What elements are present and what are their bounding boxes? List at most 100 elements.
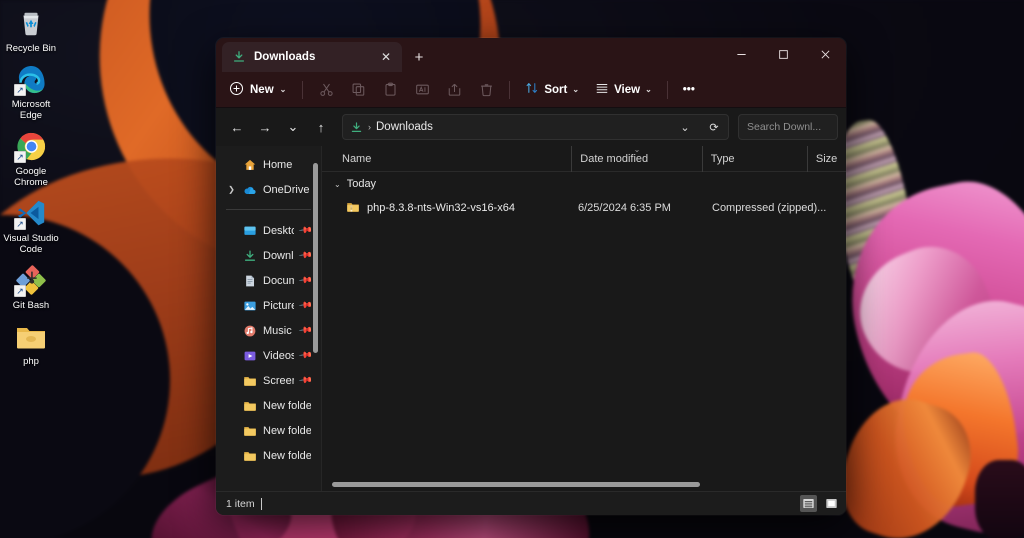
item-count-label: 1 item bbox=[226, 497, 255, 510]
sidebar-item-label: Desktop bbox=[263, 224, 294, 237]
pin-icon[interactable]: 📌 bbox=[298, 298, 313, 314]
search-box[interactable] bbox=[738, 114, 846, 140]
desktop-icon-git-bash[interactable]: ↗ Git Bash bbox=[0, 263, 62, 311]
tab-title: Downloads bbox=[254, 51, 316, 63]
navigation-pane[interactable]: Home ❯ OneDrive Deskt 📌 Downl 📌 Docu 📌 P… bbox=[216, 146, 322, 491]
window-body: Home ❯ OneDrive Deskt 📌 Downl 📌 Docu 📌 P… bbox=[216, 145, 846, 491]
sidebar-item-music[interactable]: Music 📌 bbox=[220, 318, 317, 343]
sidebar-item-new-folder-3[interactable]: New folder (3) bbox=[220, 443, 317, 468]
desktop-icon-label: Microsoft Edge bbox=[11, 99, 51, 121]
details-view-button[interactable] bbox=[800, 495, 817, 512]
tab-close-icon[interactable]: ✕ bbox=[376, 47, 396, 67]
address-dropdown-button[interactable]: ⌄ bbox=[673, 115, 697, 139]
window-controls bbox=[720, 38, 846, 70]
pin-icon[interactable]: 📌 bbox=[298, 348, 313, 364]
sidebar-item-downloads[interactable]: Downloads 📌 bbox=[220, 243, 317, 268]
desktop-icon-label: Visual Studio Code bbox=[3, 233, 59, 255]
new-tab-button[interactable]: + bbox=[406, 44, 432, 70]
tab-downloads[interactable]: Downloads ✕ bbox=[222, 42, 402, 72]
view-button[interactable]: View ⌄ bbox=[588, 77, 659, 103]
column-headers: Name ⌄ Date modified Type Size bbox=[322, 145, 846, 172]
view-button-label: View bbox=[614, 83, 641, 96]
desktop[interactable]: Recycle Bin ↗ Microsoft Edge ↗ Google Ch… bbox=[0, 0, 1024, 538]
sidebar-item-desktop[interactable]: Desktop 📌 bbox=[220, 218, 317, 243]
sidebar-item-label: New folder (2) bbox=[263, 424, 311, 437]
sort-button[interactable]: Sort ⌄ bbox=[518, 77, 586, 103]
sidebar-item-documents[interactable]: Documents 📌 bbox=[220, 268, 317, 293]
minimize-button[interactable] bbox=[720, 38, 762, 70]
back-button[interactable]: ← bbox=[224, 114, 250, 140]
refresh-button[interactable]: ⟳ bbox=[702, 115, 726, 139]
address-bar[interactable]: › Downloads ⌄ ⟳ bbox=[342, 114, 729, 140]
breadcrumb-separator: › bbox=[368, 122, 371, 132]
sidebar-item-screenshots[interactable]: Screenshots 📌 bbox=[220, 368, 317, 393]
sidebar-item-videos[interactable]: Videos 📌 bbox=[220, 343, 317, 368]
toolbar-divider-2 bbox=[509, 80, 511, 99]
file-name-label: php-8.3.8-nts-Win32-vs16-x64 bbox=[367, 202, 515, 214]
sidebar-item-onedrive[interactable]: ❯ OneDrive bbox=[220, 177, 317, 202]
maximize-button[interactable] bbox=[762, 38, 804, 70]
recycle-bin-icon bbox=[14, 6, 48, 40]
table-row[interactable]: php-8.3.8-nts-Win32-vs16-x64 6/25/2024 6… bbox=[322, 196, 846, 220]
forward-button[interactable]: → bbox=[252, 114, 278, 140]
column-header-size[interactable]: Size bbox=[806, 145, 846, 172]
file-name-cell[interactable]: php-8.3.8-nts-Win32-vs16-x64 bbox=[346, 200, 515, 217]
sidebar-item-home[interactable]: Home bbox=[220, 152, 317, 177]
chevron-down-icon[interactable]: ⌄ bbox=[334, 180, 341, 189]
delete-button[interactable] bbox=[471, 77, 501, 103]
column-header-type[interactable]: Type bbox=[701, 145, 807, 172]
desktop-icon-php-folder[interactable]: php bbox=[0, 319, 62, 367]
file-explorer-window[interactable]: Downloads ✕ + New ⌄ Sort ⌄ View ⌄ ••• ← … bbox=[216, 38, 846, 515]
sidebar-item-label: OneDrive bbox=[263, 183, 310, 196]
copy-button[interactable] bbox=[343, 77, 373, 103]
horizontal-scrollbar-thumb[interactable] bbox=[332, 481, 700, 487]
sidebar-item-new-folder-2[interactable]: New folder (2) bbox=[220, 418, 317, 443]
desktop-icon-label: Git Bash bbox=[12, 300, 50, 311]
column-header-date-modified[interactable]: ⌄ Date modified bbox=[571, 145, 701, 172]
chevron-right-icon[interactable]: ❯ bbox=[226, 185, 237, 194]
new-button[interactable]: New ⌄ bbox=[224, 77, 294, 103]
recent-locations-button[interactable]: ⌄ bbox=[280, 114, 306, 140]
close-button[interactable] bbox=[804, 38, 846, 70]
toolbar-divider-3 bbox=[666, 80, 668, 99]
up-button[interactable]: ↑ bbox=[308, 114, 334, 140]
plus-circle-icon bbox=[229, 81, 244, 99]
folder-icon bbox=[14, 319, 48, 353]
sidebar-item-new-folder[interactable]: New folder bbox=[220, 393, 317, 418]
rename-button[interactable] bbox=[407, 77, 437, 103]
pin-icon[interactable]: 📌 bbox=[298, 323, 313, 339]
sidebar-item-pictures[interactable]: Pictures 📌 bbox=[220, 293, 317, 318]
see-more-button[interactable]: ••• bbox=[676, 77, 702, 103]
search-input[interactable] bbox=[747, 121, 846, 133]
pin-icon[interactable]: 📌 bbox=[298, 248, 313, 264]
sort-button-label: Sort bbox=[544, 83, 568, 96]
large-icons-view-button[interactable] bbox=[823, 495, 840, 512]
desktop-icon-google-chrome[interactable]: ↗ Google Chrome bbox=[0, 129, 62, 188]
breadcrumb[interactable]: Downloads bbox=[376, 121, 668, 133]
column-header-name[interactable]: Name bbox=[334, 146, 571, 172]
group-header-today[interactable]: ⌄ Today bbox=[322, 172, 846, 196]
folder-icon bbox=[243, 424, 257, 438]
google-chrome-icon: ↗ bbox=[14, 129, 48, 163]
sidebar-divider bbox=[226, 209, 311, 210]
desktop-icon-microsoft-edge[interactable]: ↗ Microsoft Edge bbox=[0, 62, 62, 121]
microsoft-edge-icon: ↗ bbox=[14, 62, 48, 96]
sidebar-item-label: Pictures bbox=[263, 299, 294, 312]
share-button[interactable] bbox=[439, 77, 469, 103]
command-bar: New ⌄ Sort ⌄ View ⌄ ••• bbox=[216, 72, 846, 108]
pin-icon[interactable]: 📌 bbox=[298, 373, 313, 389]
cut-button[interactable] bbox=[311, 77, 341, 103]
file-list[interactable]: ⌄ Today php-8.3.8-nts-Win32-vs16-x64 6/2… bbox=[322, 172, 846, 491]
pin-icon[interactable]: 📌 bbox=[298, 273, 313, 289]
git-bash-icon: ↗ bbox=[14, 263, 48, 297]
desktop-icon-list: Recycle Bin ↗ Microsoft Edge ↗ Google Ch… bbox=[0, 6, 62, 375]
sidebar-scrollbar[interactable] bbox=[313, 163, 318, 353]
wallpaper-dark-accent bbox=[975, 460, 1024, 538]
sidebar-item-label: Documents bbox=[263, 274, 294, 287]
desktop-icon-recycle-bin[interactable]: Recycle Bin bbox=[0, 6, 62, 54]
paste-button[interactable] bbox=[375, 77, 405, 103]
pin-icon[interactable]: 📌 bbox=[298, 223, 313, 239]
desktop-icon-visual-studio-code[interactable]: ↗ Visual Studio Code bbox=[0, 196, 62, 255]
horizontal-scrollbar[interactable] bbox=[322, 477, 846, 491]
music-icon bbox=[243, 324, 257, 338]
